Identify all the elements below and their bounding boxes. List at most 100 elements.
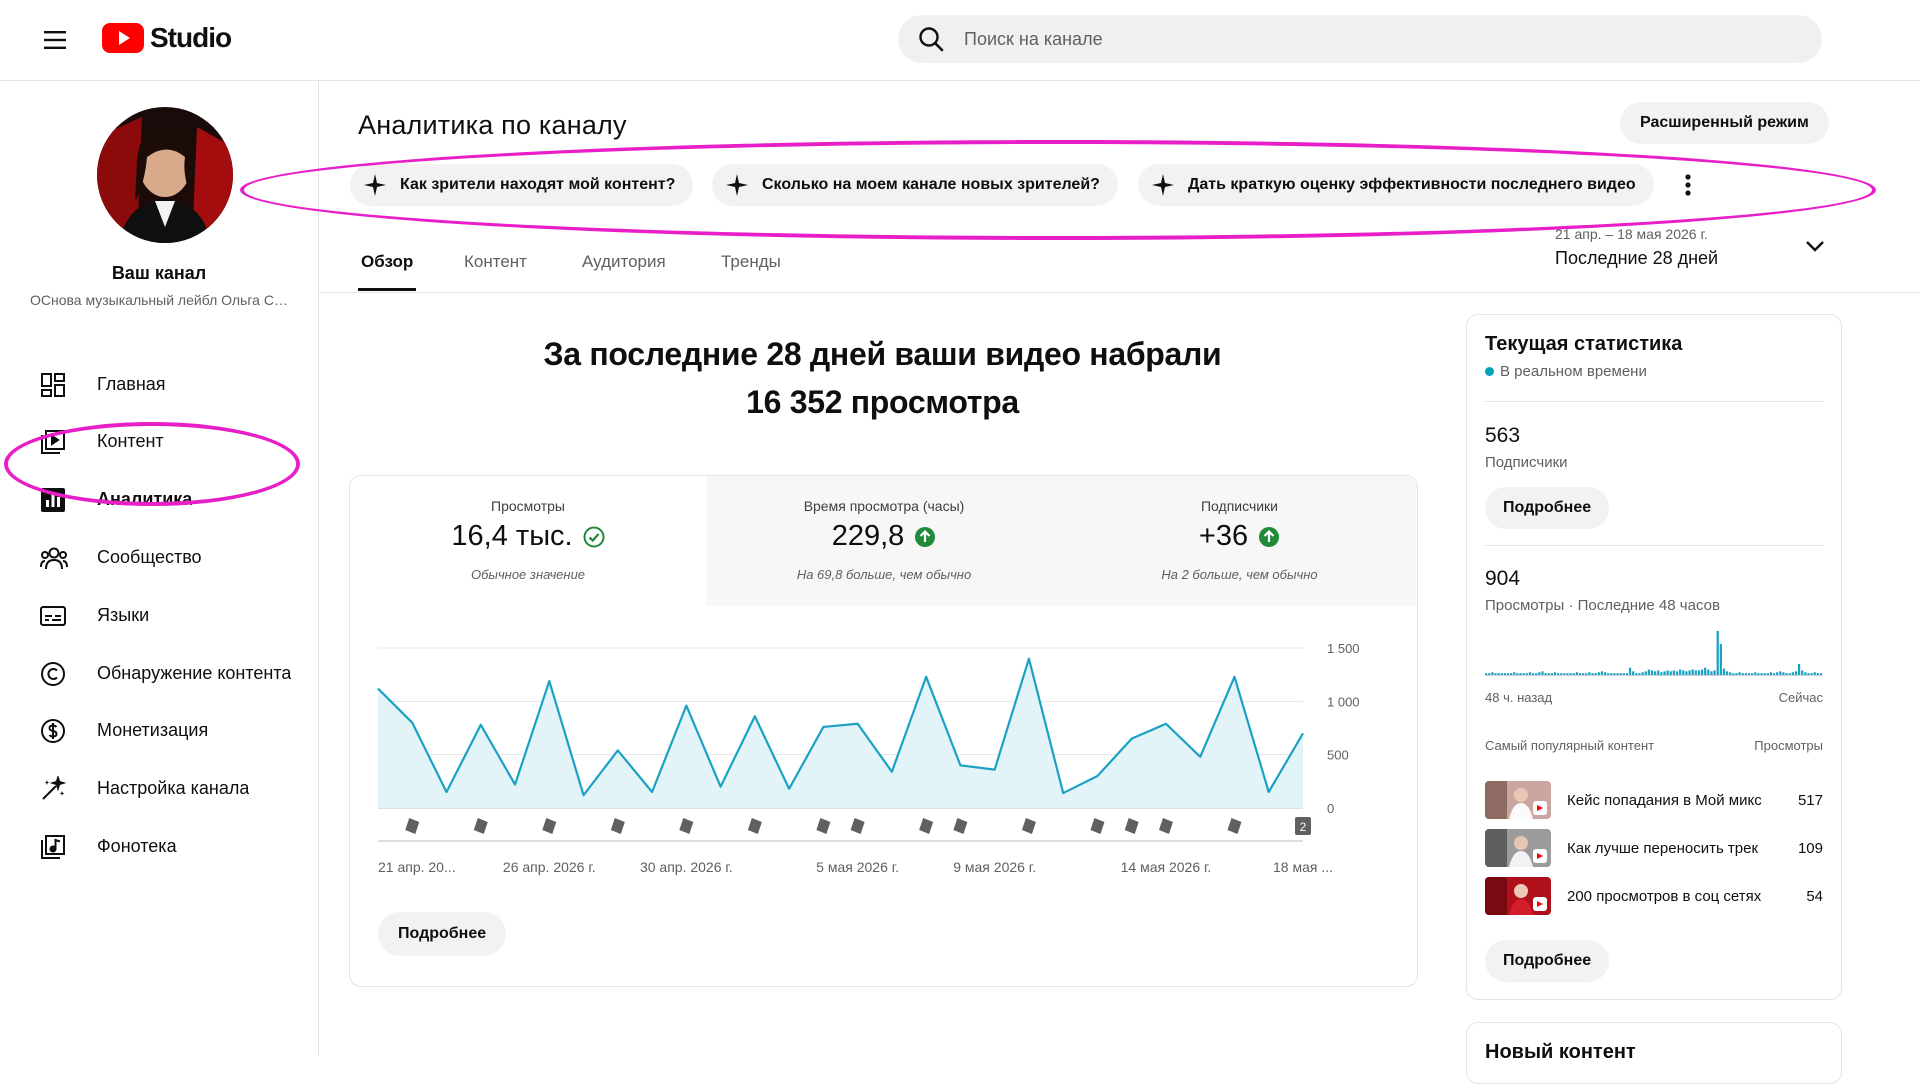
copyright-icon bbox=[40, 661, 66, 687]
metric-views[interactable]: Просмотры 16,4 тыс. Обычное значение bbox=[350, 476, 706, 606]
sparkline-bar bbox=[1585, 673, 1588, 675]
sparkline-bar bbox=[1491, 672, 1494, 675]
sparkline-bar bbox=[1813, 672, 1816, 675]
realtime-top-details-button[interactable]: Подробнее bbox=[1485, 940, 1610, 982]
active-tab-indicator bbox=[358, 288, 416, 291]
sparkline-bar bbox=[1691, 669, 1694, 675]
realtime-title: Текущая статистика bbox=[1485, 333, 1683, 355]
top-content-title: Как лучше переносить трек bbox=[1567, 839, 1759, 857]
realtime-subscribers-value: 563 bbox=[1485, 424, 1521, 447]
analytics-icon bbox=[40, 487, 66, 513]
sidebar-item-analytics[interactable]: Аналитика bbox=[0, 472, 318, 526]
top-content-row[interactable]: Кейс попадания в Мой микс 517 bbox=[1485, 780, 1823, 820]
sidebar-item-label: Языки bbox=[97, 604, 150, 625]
tab-trends[interactable]: Тренды bbox=[721, 252, 781, 272]
customization-icon bbox=[40, 776, 66, 802]
date-range-selector[interactable]: 21 апр. – 18 мая 2026 г. Последние 28 дн… bbox=[1555, 226, 1825, 276]
sparkline-bar bbox=[1751, 673, 1754, 675]
realtime-details-button[interactable]: Подробнее bbox=[1485, 487, 1610, 529]
video-thumbnail bbox=[1485, 877, 1551, 915]
tab-overview[interactable]: Обзор bbox=[361, 252, 413, 272]
sparkline-bar bbox=[1710, 671, 1713, 675]
shorts-upload-icon bbox=[919, 818, 934, 834]
sparkline-bar bbox=[1506, 673, 1510, 675]
sparkline-bar bbox=[1732, 673, 1735, 675]
shorts-upload-icon bbox=[850, 818, 865, 834]
sparkline-bar bbox=[1494, 673, 1497, 675]
ask-chip-latest-video[interactable]: Дать краткую оценку эффективности послед… bbox=[1138, 164, 1654, 206]
sparkline-bar bbox=[1738, 672, 1741, 675]
metric-note: Обычное значение bbox=[470, 567, 586, 582]
sidebar-item-content-detection[interactable]: Обнаружение контента bbox=[0, 646, 318, 700]
sparkline-bar bbox=[1591, 673, 1594, 675]
logo-text: Studio bbox=[150, 22, 232, 53]
sparkline-bar bbox=[1535, 673, 1538, 675]
shorts-upload-icon bbox=[610, 818, 625, 834]
sparkline-bar bbox=[1685, 671, 1688, 675]
sparkline-bar bbox=[1794, 671, 1798, 675]
shorts-upload-icon bbox=[473, 818, 488, 834]
search-bar[interactable] bbox=[898, 15, 1822, 63]
hamburger-menu-icon[interactable] bbox=[38, 22, 74, 58]
sparkline-bar bbox=[1619, 673, 1622, 675]
date-range-label: Последние 28 дней bbox=[1555, 248, 1719, 268]
top-content-row[interactable]: Как лучше переносить трек 109 bbox=[1485, 828, 1823, 868]
ask-chip-new-viewers[interactable]: Сколько на моем канале новых зрителей? bbox=[712, 164, 1118, 206]
sparkle-icon bbox=[1152, 174, 1174, 196]
sidebar-item-monetization[interactable]: Монетизация bbox=[0, 703, 318, 757]
sparkline-bar bbox=[1694, 670, 1697, 675]
sparkline-bar bbox=[1582, 673, 1585, 675]
metric-subscribers[interactable]: Подписчики +36 На 2 больше, чем обычно bbox=[1062, 476, 1417, 606]
video-thumbnail bbox=[1485, 781, 1551, 819]
tabs-divider bbox=[319, 292, 1920, 293]
details-button[interactable]: Подробнее bbox=[378, 912, 507, 956]
sparkline-bar bbox=[1497, 673, 1500, 675]
sidebar-item-languages[interactable]: Языки bbox=[0, 588, 318, 642]
sparkline-bar bbox=[1510, 673, 1513, 675]
sparkline-bar bbox=[1622, 673, 1625, 675]
chart-x-tick-label: 18 мая ... bbox=[1273, 859, 1333, 875]
sparkline-bar bbox=[1644, 671, 1647, 675]
sidebar-item-audio-library[interactable]: Фонотека bbox=[0, 819, 318, 873]
new-content-card: Новый контент bbox=[1466, 1022, 1842, 1084]
tab-audience[interactable]: Аудитория bbox=[582, 252, 666, 272]
sidebar-item-community[interactable]: Сообщество bbox=[0, 530, 318, 584]
sparkline-bar bbox=[1669, 671, 1672, 675]
advanced-mode-button[interactable]: Расширенный режим bbox=[1620, 102, 1829, 144]
search-input[interactable] bbox=[962, 27, 1766, 51]
sidebar-item-label: Монетизация bbox=[97, 719, 209, 740]
sparkline-bar bbox=[1563, 673, 1566, 675]
metric-value: 16,4 тыс. bbox=[451, 520, 573, 552]
sparkline-bar bbox=[1744, 673, 1747, 675]
metric-watch-time[interactable]: Время просмотра (часы) 229,8 На 69,8 бол… bbox=[706, 476, 1062, 606]
tab-content[interactable]: Контент bbox=[464, 252, 527, 272]
sparkline-bar bbox=[1503, 673, 1507, 675]
sparkline-bar bbox=[1600, 671, 1604, 675]
more-vert-icon[interactable] bbox=[1673, 168, 1703, 202]
date-range-dates: 21 апр. – 18 мая 2026 г. bbox=[1555, 226, 1708, 242]
sparkline-bar bbox=[1763, 673, 1766, 675]
ask-chip-discovery[interactable]: Как зрители находят мой контент? bbox=[350, 164, 694, 206]
youtube-studio-logo[interactable]: Studio bbox=[102, 22, 232, 54]
metric-value: 229,8 bbox=[831, 520, 905, 552]
metric-note: На 2 больше, чем обычно bbox=[1161, 567, 1318, 582]
sidebar-item-content[interactable]: Контент bbox=[0, 414, 318, 468]
sparkline-start-label: 48 ч. назад bbox=[1485, 690, 1553, 705]
sparkline-bar bbox=[1569, 673, 1572, 675]
sparkline-bar bbox=[1657, 670, 1660, 675]
sparkline-bar bbox=[1616, 673, 1619, 675]
metric-label: Подписчики bbox=[1200, 498, 1278, 514]
community-icon bbox=[40, 545, 68, 571]
sparkline-bar bbox=[1578, 673, 1582, 675]
sparkline-bar bbox=[1613, 673, 1616, 675]
sparkline-bar bbox=[1572, 673, 1575, 675]
sparkline-bar bbox=[1625, 673, 1629, 675]
sidebar-item-dashboard[interactable]: Главная bbox=[0, 357, 318, 411]
sparkline-bar bbox=[1641, 672, 1644, 675]
sparkline-bar bbox=[1682, 670, 1685, 675]
sidebar-item-customization[interactable]: Настройка канала bbox=[0, 761, 318, 815]
metric-value: +36 bbox=[1198, 520, 1249, 552]
channel-avatar[interactable] bbox=[97, 107, 233, 243]
chevron-down-icon bbox=[1805, 240, 1825, 252]
top-content-row[interactable]: 200 просмотров в соц сетях 54 bbox=[1485, 876, 1823, 916]
